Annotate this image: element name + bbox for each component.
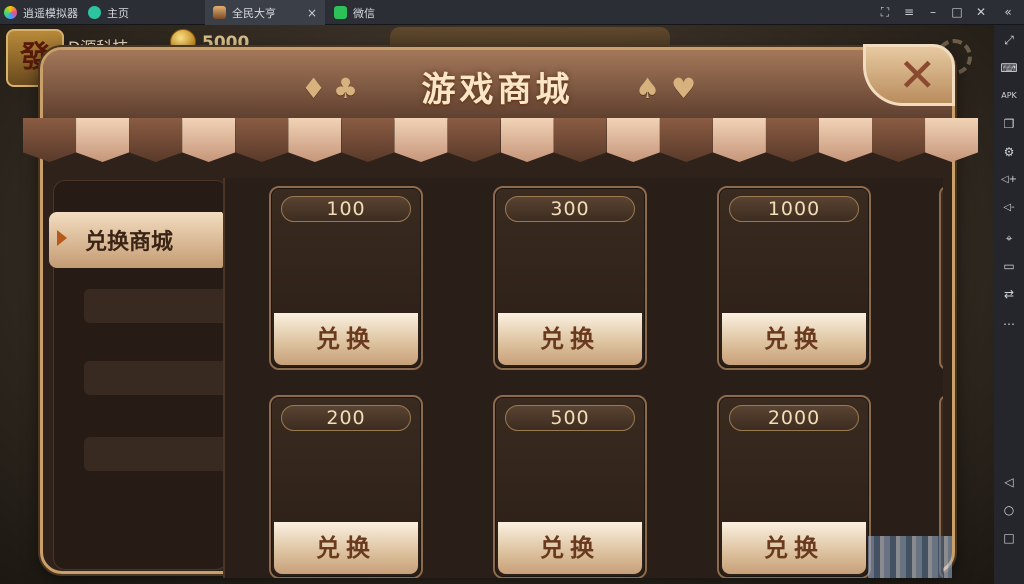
volume-down-icon[interactable]: ◁-	[999, 199, 1019, 217]
back-icon[interactable]: ◁	[999, 473, 1019, 491]
nav-item-hidden[interactable]	[84, 437, 234, 471]
tab-label: 微信	[353, 6, 375, 20]
exchange-button[interactable]: 兑换	[274, 522, 418, 574]
sync-icon[interactable]: ⇄	[999, 285, 1019, 303]
modal-header: ♦ ♣ 游戏商城 ♠ ♥	[43, 50, 952, 120]
tab-home[interactable]: 主页	[88, 0, 200, 25]
xiaoyao-logo-icon	[4, 6, 17, 19]
nav-item-exchange-shop[interactable]: 兑换商城	[49, 212, 237, 268]
tab-emulator[interactable]: 逍遥模拟器	[4, 0, 82, 25]
keyboard-icon[interactable]: ⌨	[999, 59, 1019, 77]
tab-label: 全民大亨	[232, 6, 276, 20]
multi-window-icon[interactable]: ❐	[999, 115, 1019, 133]
minimize-icon[interactable]: –	[921, 0, 945, 25]
shop-item-card: 2000 兑换	[717, 395, 871, 578]
close-tab-icon[interactable]: ×	[307, 6, 317, 20]
shop-item-card: 100 兑换	[269, 186, 423, 370]
collapse-icon[interactable]: «	[996, 0, 1020, 25]
shop-item-card: 300 兑换	[493, 186, 647, 370]
expand-icon[interactable]: ⤢	[999, 31, 1019, 49]
shop-item-card-partial	[939, 186, 943, 370]
tab-wechat[interactable]: 微信	[334, 0, 446, 25]
tab-label: 逍遥模拟器	[23, 6, 78, 20]
game-icon	[213, 6, 226, 19]
selected-arrow-icon	[57, 230, 67, 246]
home-icon	[88, 6, 101, 19]
recent-apps-icon[interactable]: □	[999, 529, 1019, 547]
wechat-icon	[334, 6, 347, 19]
shop-item-card: 200 兑换	[269, 395, 423, 578]
heart-suit-icon: ♥	[671, 72, 697, 105]
item-amount: 1000	[729, 196, 859, 222]
exchange-button[interactable]: 兑换	[274, 313, 418, 365]
item-amount: 500	[505, 405, 635, 431]
item-grid: 100 兑换 300 兑换 1000 兑换 200 兑换 500 兑换 2000	[223, 178, 943, 578]
close-icon: ✕	[898, 48, 937, 102]
menu-icon[interactable]: ≡	[897, 0, 921, 25]
apk-icon[interactable]: APK	[999, 87, 1019, 105]
tab-label: 主页	[107, 6, 129, 20]
item-amount: 200	[281, 405, 411, 431]
page-title: 游戏商城	[421, 70, 574, 110]
item-amount: 300	[505, 196, 635, 222]
shop-item-card: 1000 兑换	[717, 186, 871, 370]
item-amount: 2000	[729, 405, 859, 431]
settings-icon[interactable]: ⚙	[999, 143, 1019, 161]
exchange-button[interactable]: 兑换	[722, 522, 866, 574]
item-amount: 100	[281, 196, 411, 222]
shop-item-card: 500 兑换	[493, 395, 647, 578]
nav-item-label: 兑换商城	[85, 230, 174, 255]
volume-up-icon[interactable]: ◁+	[999, 171, 1019, 189]
exchange-button[interactable]: 兑换	[498, 522, 642, 574]
close-button[interactable]: ✕	[863, 44, 955, 106]
emulator-sidebar: ⤢ ⌨ APK ❐ ⚙ ◁+ ◁- ⌖ ▭ ⇄ ⋯ ◁ ○ □	[994, 25, 1024, 584]
more-icon[interactable]: ⋯	[999, 315, 1019, 333]
fullscreen-icon[interactable]: ⛶	[873, 0, 897, 25]
emulator-title-bar: 逍遥模拟器 主页 全民大亨 × 微信 ⛶ ≡ – □ ✕ «	[0, 0, 1024, 25]
close-icon[interactable]: ✕	[969, 0, 993, 25]
nav-item-hidden[interactable]	[84, 289, 234, 323]
home-icon[interactable]: ○	[999, 501, 1019, 519]
shop-modal: ♦ ♣ 游戏商城 ♠ ♥ ✕ 兑换商城 100 兑换 300 兑换 1000 兑…	[23, 44, 979, 578]
exchange-button[interactable]: 兑换	[722, 313, 866, 365]
maximize-icon[interactable]: □	[945, 0, 969, 25]
exchange-button[interactable]: 兑换	[498, 313, 642, 365]
location-icon[interactable]: ⌖	[999, 229, 1019, 247]
folder-icon[interactable]: ▭	[999, 257, 1019, 275]
watermark-mosaic	[868, 536, 952, 578]
spade-suit-icon: ♠	[635, 72, 661, 105]
nav-item-hidden[interactable]	[84, 361, 234, 395]
tab-game[interactable]: 全民大亨 ×	[205, 0, 325, 25]
game-viewport: 發 D源科技 5000 设置 ♦ ♣ 游戏商城 ♠ ♥ ✕	[0, 25, 994, 584]
